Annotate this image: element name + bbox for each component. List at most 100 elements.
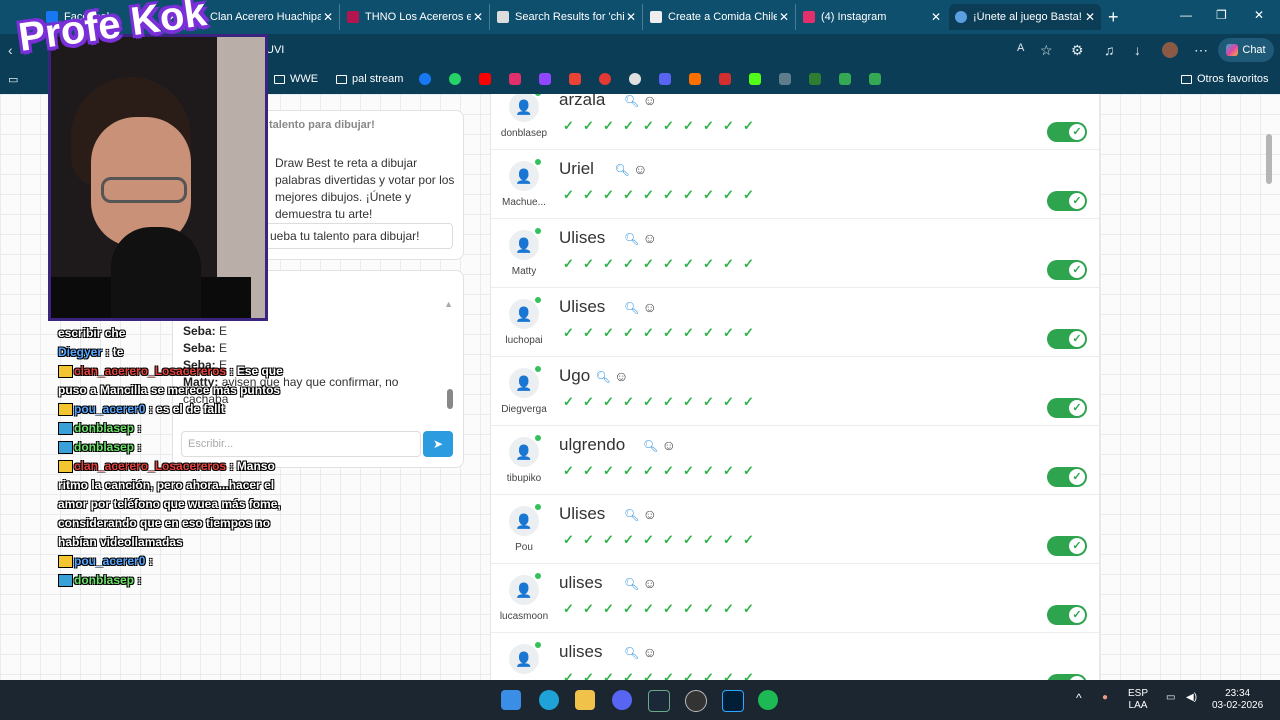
search-icon[interactable]: 🔍︎: [643, 439, 658, 453]
clock[interactable]: 23:34 03-02-2026: [1212, 688, 1263, 712]
tab-thno[interactable]: THNO Los Acereros en d ✕: [341, 4, 490, 30]
youtube-bookmark-icon[interactable]: [479, 73, 491, 85]
edge-icon[interactable]: [539, 690, 559, 710]
spotify-icon[interactable]: [758, 690, 778, 710]
vote-toggle[interactable]: ✓: [1047, 260, 1087, 280]
obs-icon[interactable]: [685, 690, 707, 712]
webcam-background: [217, 37, 265, 318]
react-icon[interactable]: ☺: [662, 437, 676, 453]
react-icon[interactable]: ☺: [643, 575, 657, 591]
new-tab-button[interactable]: +: [1108, 8, 1119, 26]
online-status-dot: [535, 642, 541, 648]
react-icon[interactable]: ☺: [633, 161, 647, 177]
search-icon[interactable]: 🔍︎: [624, 232, 639, 246]
more-icon[interactable]: ⋯: [1194, 42, 1208, 59]
react-icon[interactable]: ☺: [643, 94, 657, 108]
discord-icon[interactable]: [612, 690, 632, 710]
bookmark-wwe[interactable]: WWE: [274, 73, 318, 85]
download-icon[interactable]: ↓: [1134, 42, 1141, 58]
close-icon[interactable]: ✕: [777, 10, 791, 24]
search-icon[interactable]: 🔍︎: [624, 646, 639, 660]
react-icon[interactable]: ☺: [643, 299, 657, 315]
instagram-bookmark-icon[interactable]: [509, 73, 521, 85]
url-field[interactable]: UVI: [266, 44, 284, 56]
tab-search[interactable]: Search Results for 'chile ✕: [491, 4, 643, 30]
vote-toggle[interactable]: ✓: [1047, 191, 1087, 211]
close-window-button[interactable]: ✕: [1254, 8, 1264, 22]
close-icon[interactable]: ✕: [471, 10, 485, 24]
react-icon[interactable]: ☺: [614, 368, 628, 384]
react-icon[interactable]: ☺: [643, 506, 657, 522]
file-explorer-icon[interactable]: [575, 690, 595, 710]
send-button[interactable]: ➤: [423, 431, 453, 457]
tab-basta-active[interactable]: ¡Únete al juego Basta! ✕: [949, 4, 1101, 30]
react-icon[interactable]: ☺: [643, 644, 657, 660]
language-indicator[interactable]: ESP LAA: [1128, 688, 1148, 712]
collections-icon[interactable]: ♫: [1104, 42, 1115, 58]
search-icon[interactable]: 🔍︎: [596, 370, 611, 384]
microphone-tray-icon[interactable]: ●: [1102, 692, 1108, 704]
tray-chevron-icon[interactable]: ^: [1076, 692, 1082, 704]
chat-scrollbar[interactable]: [447, 389, 453, 409]
bookmark-icon[interactable]: [629, 73, 641, 85]
volume-icon[interactable]: ◀): [1186, 692, 1197, 704]
bookmark-icon[interactable]: [599, 73, 611, 85]
bookmark-icon[interactable]: [689, 73, 701, 85]
vote-toggle[interactable]: ✓: [1047, 398, 1087, 418]
tab-create[interactable]: Create a Comida Chile T ✕: [644, 4, 796, 30]
search-icon[interactable]: 🔍︎: [615, 163, 630, 177]
favorite-star-icon[interactable]: ☆: [1040, 42, 1053, 59]
search-icon[interactable]: 🔍︎: [624, 94, 639, 108]
close-icon[interactable]: ✕: [1083, 10, 1097, 24]
close-icon[interactable]: ✕: [929, 10, 943, 24]
tab-actions-icon[interactable]: ▭: [8, 73, 18, 86]
search-icon[interactable]: 🔍︎: [624, 577, 639, 591]
bookmark-other-favorites[interactable]: Otros favoritos: [1181, 73, 1269, 85]
microphone: [111, 227, 201, 318]
vote-toggle[interactable]: ✓: [1047, 122, 1087, 142]
search-icon[interactable]: 🔍︎: [624, 301, 639, 315]
vote-toggle[interactable]: ✓: [1047, 329, 1087, 349]
bookmark-label: WWE: [290, 73, 319, 85]
steam-icon[interactable]: [648, 690, 670, 712]
player-username: Matty: [511, 266, 537, 277]
check-icon: ✓: [683, 532, 694, 547]
whatsapp-bookmark-icon[interactable]: [449, 73, 461, 85]
kick-bookmark-icon[interactable]: [749, 73, 761, 85]
close-icon[interactable]: ✕: [321, 10, 335, 24]
check-icon: ✓: [603, 463, 614, 478]
check-icon: ✓: [643, 256, 654, 271]
bookmark-icon[interactable]: [659, 73, 671, 85]
network-icon[interactable]: ▭: [1166, 692, 1175, 704]
read-aloud-icon[interactable]: A: [1017, 42, 1024, 54]
bookmark-icon[interactable]: [719, 73, 731, 85]
vote-toggle[interactable]: ✓: [1047, 467, 1087, 487]
minimize-button[interactable]: —: [1180, 8, 1192, 22]
bookmark-icon[interactable]: [839, 73, 851, 85]
gmail-bookmark-icon[interactable]: [569, 73, 581, 85]
photoshop-icon[interactable]: [722, 690, 744, 712]
bookmark-icon[interactable]: [809, 73, 821, 85]
copilot-chat-button[interactable]: Chat: [1218, 38, 1274, 62]
facebook-bookmark-icon[interactable]: [419, 73, 431, 85]
check-row: ✓ ✓ ✓ ✓ ✓ ✓ ✓ ✓ ✓ ✓: [561, 325, 756, 340]
bookmark-pal-stream[interactable]: pal stream: [336, 73, 403, 85]
vote-toggle[interactable]: ✓: [1047, 536, 1087, 556]
extensions-icon[interactable]: ⚙: [1071, 42, 1084, 59]
bookmark-icon[interactable]: [779, 73, 791, 85]
search-icon[interactable]: 🔍︎: [624, 508, 639, 522]
collapse-icon[interactable]: ▲: [444, 299, 453, 309]
react-icon[interactable]: ☺: [643, 230, 657, 246]
tab-clan-acerero[interactable]: Clan Acerero Huachipato ✕: [186, 4, 340, 30]
maximize-button[interactable]: ❐: [1216, 8, 1227, 22]
tab-instagram[interactable]: (4) Instagram ✕: [797, 4, 947, 30]
bookmark-icon[interactable]: [869, 73, 881, 85]
vote-toggle[interactable]: ✓: [1047, 605, 1087, 625]
page-scrollbar[interactable]: [1266, 134, 1272, 184]
close-icon[interactable]: ✕: [624, 10, 638, 24]
draw-best-button[interactable]: ueba tu talento para dibujar!: [259, 223, 453, 249]
profile-avatar[interactable]: [1162, 42, 1178, 58]
twitch-bookmark-icon[interactable]: [539, 73, 551, 85]
back-icon[interactable]: ‹: [8, 42, 13, 58]
start-icon[interactable]: [501, 690, 521, 710]
